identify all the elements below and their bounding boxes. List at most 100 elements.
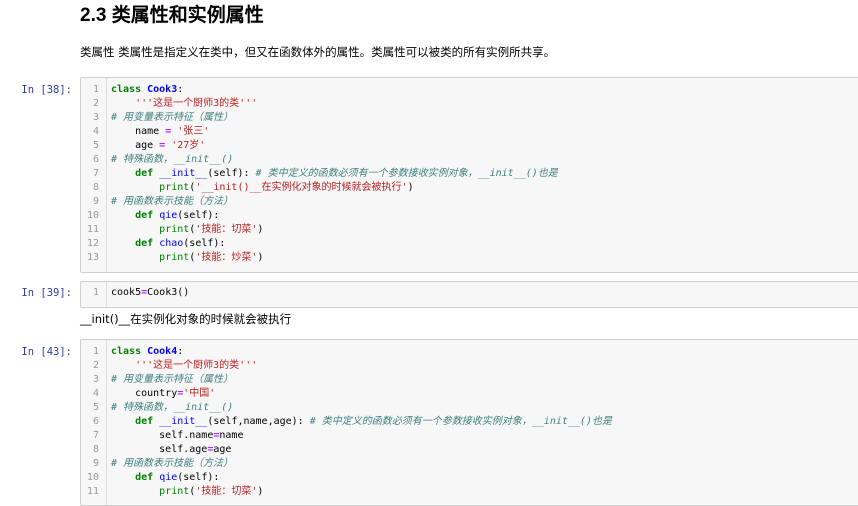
section-description: 类属性 类属性是指定义在类中，但又在函数体外的属性。类属性可以被类的所有实例所共… [80,45,556,59]
code-token: '''这是一个厨师3的类''' [135,360,258,371]
line-number: 4 [92,126,99,137]
code-line: 13 print('技能：炒菜') [81,251,858,265]
line-number: 2 [92,98,99,109]
code-text: print('__init()__在实例化对象的时候就会被执行') [111,181,414,195]
code-text: # 用变量表示特征（属性） [111,373,233,387]
code-line: 11 print('技能：切菜') [81,485,858,499]
code-text: # 特殊函数，__init__() [111,153,233,167]
line-number: 1 [92,287,99,298]
code-token: ) [407,182,414,193]
code-token: age [111,140,160,151]
code-token: print [159,182,190,193]
code-token: print [159,224,190,235]
code-line: 8 self.age=age [81,443,858,457]
code-token: Cook3() [147,287,190,298]
line-number: 3 [92,374,99,385]
code-line: 9 # 用函数表示技能（方法） [81,457,858,471]
code-token: '中国' [183,388,216,399]
line-number: 9 [92,458,99,469]
code-line: 7 def __init__(self): # 类中定义的函数必须有一个参数接收… [81,167,858,181]
code-token: : [177,84,184,95]
code-token: : [177,346,184,357]
line-number: 10 [86,210,99,221]
code-token: '__init()__在实例化对象的时候就会被执行' [195,182,408,193]
line-number: 1 [92,346,99,357]
code-text: print('技能：切菜') [111,223,263,237]
code-token: def [135,238,160,249]
code-line: 5 age = '27岁' [81,139,858,153]
code-token: Cook3 [147,84,178,95]
code-token: def [135,472,160,483]
code-line: 4 name = '张三' [81,125,858,139]
code-text: class Cook3: [111,83,183,97]
line-number: 11 [86,224,99,235]
line-number: 7 [92,168,99,179]
code-text: '''这是一个厨师3的类''' [111,359,257,373]
code-token: ) [257,224,264,235]
code-text: # 特殊函数，__init__() [111,401,233,415]
code-text: def qie(self): [111,471,219,485]
code-line: 2 '''这是一个厨师3的类''' [81,97,858,111]
code-token: country [111,388,178,399]
code-line: 12 def chao(self): [81,237,858,251]
code-line: 11 print('技能：切菜') [81,223,858,237]
section-heading: 2.3 类属性和实例属性 [80,5,264,26]
code-token: print [159,486,190,497]
code-token: qie [159,472,178,483]
code-token: # 类中定义的函数必须有一个参数接收实例对象，__init__()也是 [309,416,612,427]
code-line: 5 # 特殊函数，__init__() [81,401,858,415]
code-token: (self): [177,472,220,483]
line-number: 8 [92,444,99,455]
code-token: def [135,168,160,179]
code-cell-39[interactable]: 1 cook5=Cook3() [80,281,858,308]
line-number: 6 [92,154,99,165]
code-token: self.name [111,430,214,441]
code-line: 3 # 用变量表示特征（属性） [81,111,858,125]
code-token: ) [257,486,264,497]
code-token: Cook4 [147,346,178,357]
code-cell-38[interactable]: 1 class Cook3: 2 '''这是一个厨师3的类''' 3 # 用变量表示特征… [80,77,858,273]
code-token: name [111,126,166,137]
cell-prompt-38: In [38]: [21,84,72,96]
cell-output-39: __init()__在实例化对象的时候就会被执行 [80,312,292,326]
code-token: __init__ [159,416,208,427]
line-number: 5 [92,140,99,151]
code-line: 7 self.name=name [81,429,858,443]
code-text: print('技能：切菜') [111,485,263,499]
line-number: 9 [92,196,99,207]
line-number: 6 [92,416,99,427]
line-number: 1 [92,84,99,95]
code-token: # 用函数表示技能（方法） [111,196,234,207]
code-text: '''这是一个厨师3的类''' [111,97,257,111]
code-line: 9 # 用函数表示技能（方法） [81,195,858,209]
code-token: # 类中定义的函数必须有一个参数接收实例对象，__init__()也是 [255,168,558,179]
code-token: class [111,84,148,95]
code-token: def [135,210,160,221]
code-line: 1 class Cook3: [81,83,858,97]
code-token: '''这是一个厨师3的类''' [135,98,258,109]
code-token: print [159,252,190,263]
code-token: '技能：炒菜' [195,252,258,263]
code-cell-43[interactable]: 1 class Cook4: 2 '''这是一个厨师3的类''' 3 # 用变量表示特征… [80,339,858,506]
code-token: (self): [177,210,220,221]
code-token: cook5 [111,287,142,298]
code-token: name [219,430,244,441]
line-number: 2 [92,360,99,371]
code-text: class Cook4: [111,345,183,359]
line-number: 7 [92,430,99,441]
code-text: def __init__(self,name,age): # 类中定义的函数必须… [111,415,612,429]
code-text: # 用函数表示技能（方法） [111,457,233,471]
cell-prompt-39: In [39]: [21,287,72,299]
code-line: 10 def qie(self): [81,209,858,223]
line-number: 10 [86,472,99,483]
line-number: 13 [86,252,99,263]
code-text: cook5=Cook3() [111,286,189,300]
